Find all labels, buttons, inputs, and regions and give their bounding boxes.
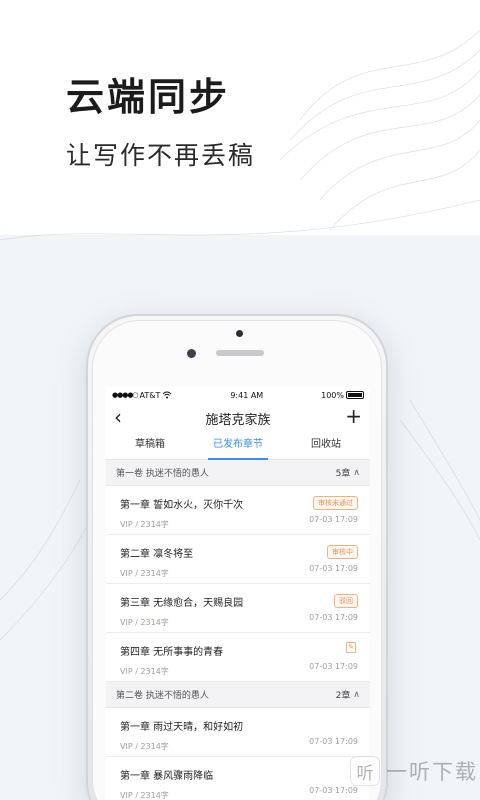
back-button[interactable]: ‹ — [114, 406, 122, 428]
tab-recycle-bin[interactable]: 回收站 — [282, 432, 370, 459]
chapter-title: 第三章 无缘愈合，天赐良园 — [120, 598, 244, 609]
book-title: 施塔克家族 — [205, 412, 271, 428]
chapter-row[interactable]: 第一章 暴风骤雨降临 VIP / 2314字 07-03 17:09 — [106, 757, 370, 800]
chapter-date: 07-03 17:09 — [309, 737, 358, 746]
volume-chapter-count: 2章 — [335, 691, 351, 701]
signal-icon: ●●●●○ — [112, 391, 139, 399]
tab-published[interactable]: 已发布章节 — [194, 432, 282, 460]
status-bar: ●●●●○ AT&T 9:41 AM 100% — [106, 386, 370, 404]
promo-headline: 云端同步 — [66, 74, 231, 119]
chapter-row[interactable]: 第一章 誓如水火，灭你千次 VIP / 2314字 审核未通过 07-03 17… — [106, 486, 370, 535]
status-time: 9:41 AM — [230, 390, 264, 400]
chapter-row[interactable]: 第一章 雨过天晴，和好如初 VIP / 2314字 07-03 17:09 — [106, 708, 370, 757]
chapter-date: 07-03 17:09 — [309, 662, 358, 671]
battery-percent: 100% — [321, 390, 344, 400]
volume-title: 第一卷 执迷不悟的愚人 — [116, 469, 209, 479]
chevron-up-icon[interactable]: ∧ — [353, 690, 360, 700]
volume-header[interactable]: 第二卷 执迷不悟的愚人 2章 ∧ — [106, 682, 370, 708]
volume-header[interactable]: 第一卷 执迷不悟的愚人 5章 ∧ — [106, 460, 370, 486]
chapter-title: 第四章 无所事事的青春 — [120, 647, 224, 658]
chapter-title: 第二章 凛冬将至 — [120, 549, 194, 560]
front-camera-icon — [187, 349, 196, 358]
status-badge: 驳回 — [334, 594, 358, 608]
chapter-title: 第一章 雨过天晴，和好如初 — [120, 722, 244, 733]
watermark-logo-icon: 听 — [350, 756, 380, 786]
watermark-text: 一听下载 — [386, 760, 478, 784]
earpiece-speaker — [216, 350, 264, 356]
volume-title: 第二卷 执迷不悟的愚人 — [116, 691, 209, 701]
app-screen: ●●●●○ AT&T 9:41 AM 100% ‹ 施塔克家族 + 草稿箱 已发… — [106, 386, 370, 800]
site-watermark: 听 一听下载 — [350, 756, 478, 786]
carrier-name: AT&T — [139, 390, 161, 400]
proximity-sensor — [236, 330, 243, 337]
chapter-tabs: 草稿箱 已发布章节 回收站 — [106, 432, 370, 460]
status-badge: 审核未通过 — [313, 496, 358, 510]
add-chapter-button[interactable]: + — [345, 405, 362, 427]
volume-chapter-count: 5章 — [335, 469, 351, 479]
chapter-date: 07-03 17:09 — [309, 515, 358, 524]
navigation-bar: ‹ 施塔克家族 + — [106, 404, 370, 432]
promo-subline: 让写作不再丢稿 — [66, 141, 256, 170]
edit-note-icon[interactable]: ✎ — [346, 642, 356, 653]
chapter-title: 第一章 暴风骤雨降临 — [120, 771, 214, 782]
tab-drafts[interactable]: 草稿箱 — [106, 432, 194, 459]
chapter-date: 07-03 17:09 — [309, 613, 358, 622]
wifi-icon — [163, 391, 172, 399]
battery-icon — [346, 391, 364, 399]
chapter-row[interactable]: 第三章 无缘愈合，天赐良园 VIP / 2314字 驳回 07-03 17:09 — [106, 584, 370, 633]
chapter-row[interactable]: 第二章 凛冬将至 VIP / 2314字 审核中 07-03 17:09 — [106, 535, 370, 584]
chapter-date: 07-03 17:09 — [309, 786, 358, 795]
chapter-row[interactable]: 第四章 无所事事的青春 VIP / 2314字 ✎ 07-03 17:09 — [106, 633, 370, 682]
status-badge: 审核中 — [327, 545, 358, 559]
chevron-up-icon[interactable]: ∧ — [353, 468, 360, 478]
chapter-date: 07-03 17:09 — [309, 564, 358, 573]
